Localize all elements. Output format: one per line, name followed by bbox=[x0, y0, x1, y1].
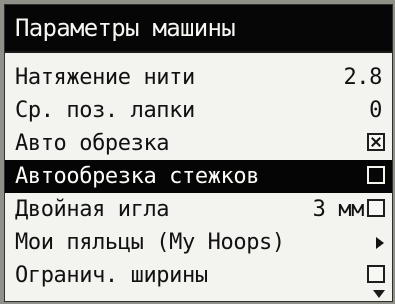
menu-item-label: Авто обрезка bbox=[15, 131, 170, 156]
scroll-down-arrow-icon[interactable] bbox=[373, 290, 385, 298]
stitch-auto-cut-checkbox[interactable] bbox=[367, 166, 385, 184]
menu-item-thread-tension[interactable]: Натяжение нити 2.8 bbox=[5, 61, 392, 94]
machine-settings-screen: Параметры машины Натяжение нити 2.8 Ср. … bbox=[4, 4, 393, 302]
twin-needle-checkbox[interactable] bbox=[367, 199, 385, 217]
menu-item-my-hoops[interactable]: Мои пяльцы (My Hoops) bbox=[5, 226, 392, 259]
auto-cut-checkbox[interactable] bbox=[367, 133, 385, 151]
menu-item-label: Огранич. ширины bbox=[15, 263, 208, 288]
settings-menu: Натяжение нити 2.8 Ср. поз. лапки 0 Авто… bbox=[5, 61, 392, 292]
menu-item-label: Мои пяльцы (My Hoops) bbox=[15, 230, 285, 255]
submenu-arrow-icon bbox=[376, 237, 384, 249]
title-divider bbox=[5, 51, 392, 53]
presser-foot-position-value: 0 bbox=[369, 98, 382, 123]
menu-item-width-limit[interactable]: Огранич. ширины bbox=[5, 259, 392, 292]
menu-item-label: Двойная игла bbox=[15, 197, 170, 222]
thread-tension-value: 2.8 bbox=[343, 65, 382, 90]
twin-needle-value: 3 мм bbox=[312, 197, 365, 222]
screen-title: Параметры машины bbox=[5, 5, 392, 51]
menu-item-label: Ср. поз. лапки bbox=[15, 98, 195, 123]
menu-item-label: Автообрезка стежков bbox=[15, 164, 260, 189]
width-limit-checkbox[interactable] bbox=[367, 265, 385, 283]
menu-item-twin-needle[interactable]: Двойная игла 3 мм bbox=[5, 193, 392, 226]
menu-item-auto-cut[interactable]: Авто обрезка bbox=[5, 127, 392, 160]
menu-item-stitch-auto-cut[interactable]: Автообрезка стежков bbox=[5, 160, 392, 193]
menu-item-presser-foot-position[interactable]: Ср. поз. лапки 0 bbox=[5, 94, 392, 127]
menu-item-label: Натяжение нити bbox=[15, 65, 195, 90]
